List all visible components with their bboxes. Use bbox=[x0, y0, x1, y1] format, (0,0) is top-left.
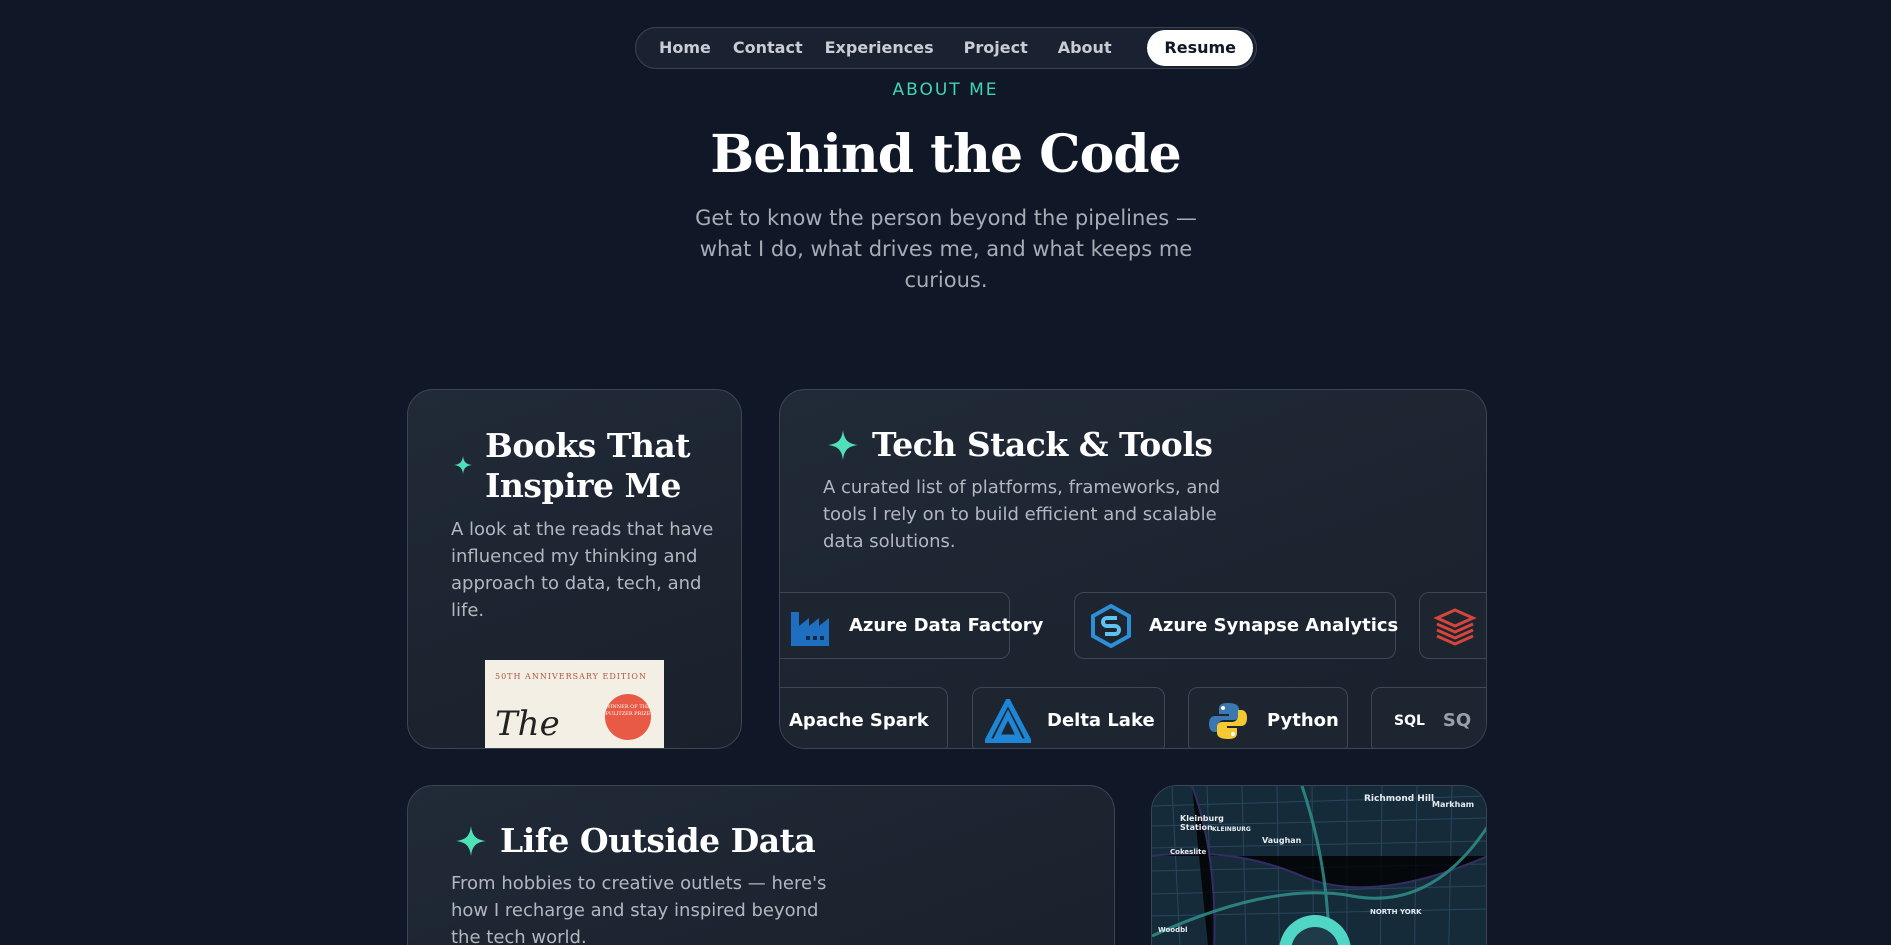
map-label: Richmond Hill bbox=[1364, 794, 1435, 804]
sql-icon: SQL bbox=[1394, 712, 1425, 729]
resume-button[interactable]: Resume bbox=[1147, 30, 1253, 66]
map-label: Markham bbox=[1432, 800, 1475, 809]
nav-experiences[interactable]: Experiences bbox=[814, 30, 945, 66]
top-nav: Home Contact Experiences Project About R… bbox=[635, 27, 1257, 69]
book-title: The bbox=[495, 704, 560, 744]
books-title: Books That Inspire Me bbox=[485, 426, 691, 505]
page-subtitle: Get to know the person beyond the pipeli… bbox=[695, 206, 1197, 292]
sparkle-icon bbox=[828, 430, 858, 460]
books-card: Books That Inspire Me A look at the read… bbox=[407, 389, 742, 749]
nav-contact[interactable]: Contact bbox=[722, 30, 814, 66]
nav-project[interactable]: Project bbox=[953, 30, 1039, 66]
pulitzer-badge: WINNER OF THE PULITZER PRIZE bbox=[605, 694, 651, 740]
chip-label: Python bbox=[1267, 710, 1339, 731]
books-description: A look at the reads that have influenced… bbox=[451, 519, 714, 621]
chip-delta-lake[interactable]: Delta Lake bbox=[972, 687, 1165, 748]
tech-card: Tech Stack & Tools A curated list of pla… bbox=[779, 389, 1487, 749]
chip-label: Azure Data Factory bbox=[849, 615, 1044, 636]
life-card: Life Outside Data From hobbies to creati… bbox=[407, 785, 1115, 945]
chip-label: Apache Spark bbox=[789, 710, 929, 731]
page-title: Behind the Code bbox=[710, 124, 1181, 185]
life-description: From hobbies to creative outlets — here'… bbox=[451, 873, 827, 945]
tech-title: Tech Stack & Tools bbox=[872, 425, 1213, 464]
nav-home[interactable]: Home bbox=[648, 30, 722, 66]
life-title: Life Outside Data bbox=[500, 821, 816, 860]
location-map[interactable]: Richmond Hill Markham Kleinburg Station … bbox=[1151, 785, 1487, 945]
delta-icon bbox=[985, 698, 1031, 744]
sparkle-icon bbox=[456, 826, 486, 856]
python-icon bbox=[1205, 698, 1251, 744]
chip-apache-spark[interactable]: Apache Spark bbox=[780, 687, 948, 748]
chip-label: SQ bbox=[1442, 710, 1472, 731]
sparkle-icon bbox=[454, 456, 472, 474]
chip-azure-synapse[interactable]: Azure Synapse Analytics bbox=[1074, 592, 1399, 659]
map-graphic bbox=[1152, 786, 1486, 945]
book-cover[interactable]: 50TH ANNIVERSARY EDITION WINNER OF THE P… bbox=[485, 660, 664, 748]
map-label: Cokeslite bbox=[1170, 848, 1207, 856]
factory-icon bbox=[789, 603, 833, 649]
chip-sql[interactable]: SQL SQ bbox=[1371, 687, 1486, 748]
section-eyebrow: ABOUT ME bbox=[892, 80, 999, 100]
book-edition: 50TH ANNIVERSARY EDITION bbox=[495, 672, 647, 681]
chip-label: Azure Synapse Analytics bbox=[1149, 615, 1399, 636]
map-label: NORTH YORK bbox=[1370, 908, 1422, 916]
chip-label: Delta Lake bbox=[1047, 710, 1155, 731]
chip-azure-data-factory[interactable]: Azure Data Factory bbox=[780, 592, 1043, 659]
map-label: Woodbl bbox=[1158, 926, 1188, 934]
synapse-icon bbox=[1089, 603, 1133, 649]
nav-about[interactable]: About bbox=[1047, 30, 1123, 66]
map-label: KLEINBURG bbox=[1212, 826, 1251, 833]
chip-python[interactable]: Python bbox=[1188, 687, 1348, 748]
databricks-icon bbox=[1432, 603, 1478, 649]
tech-description: A curated list of platforms, frameworks,… bbox=[823, 477, 1221, 552]
chip-databricks[interactable] bbox=[1419, 592, 1486, 659]
map-label: Vaughan bbox=[1262, 836, 1302, 845]
